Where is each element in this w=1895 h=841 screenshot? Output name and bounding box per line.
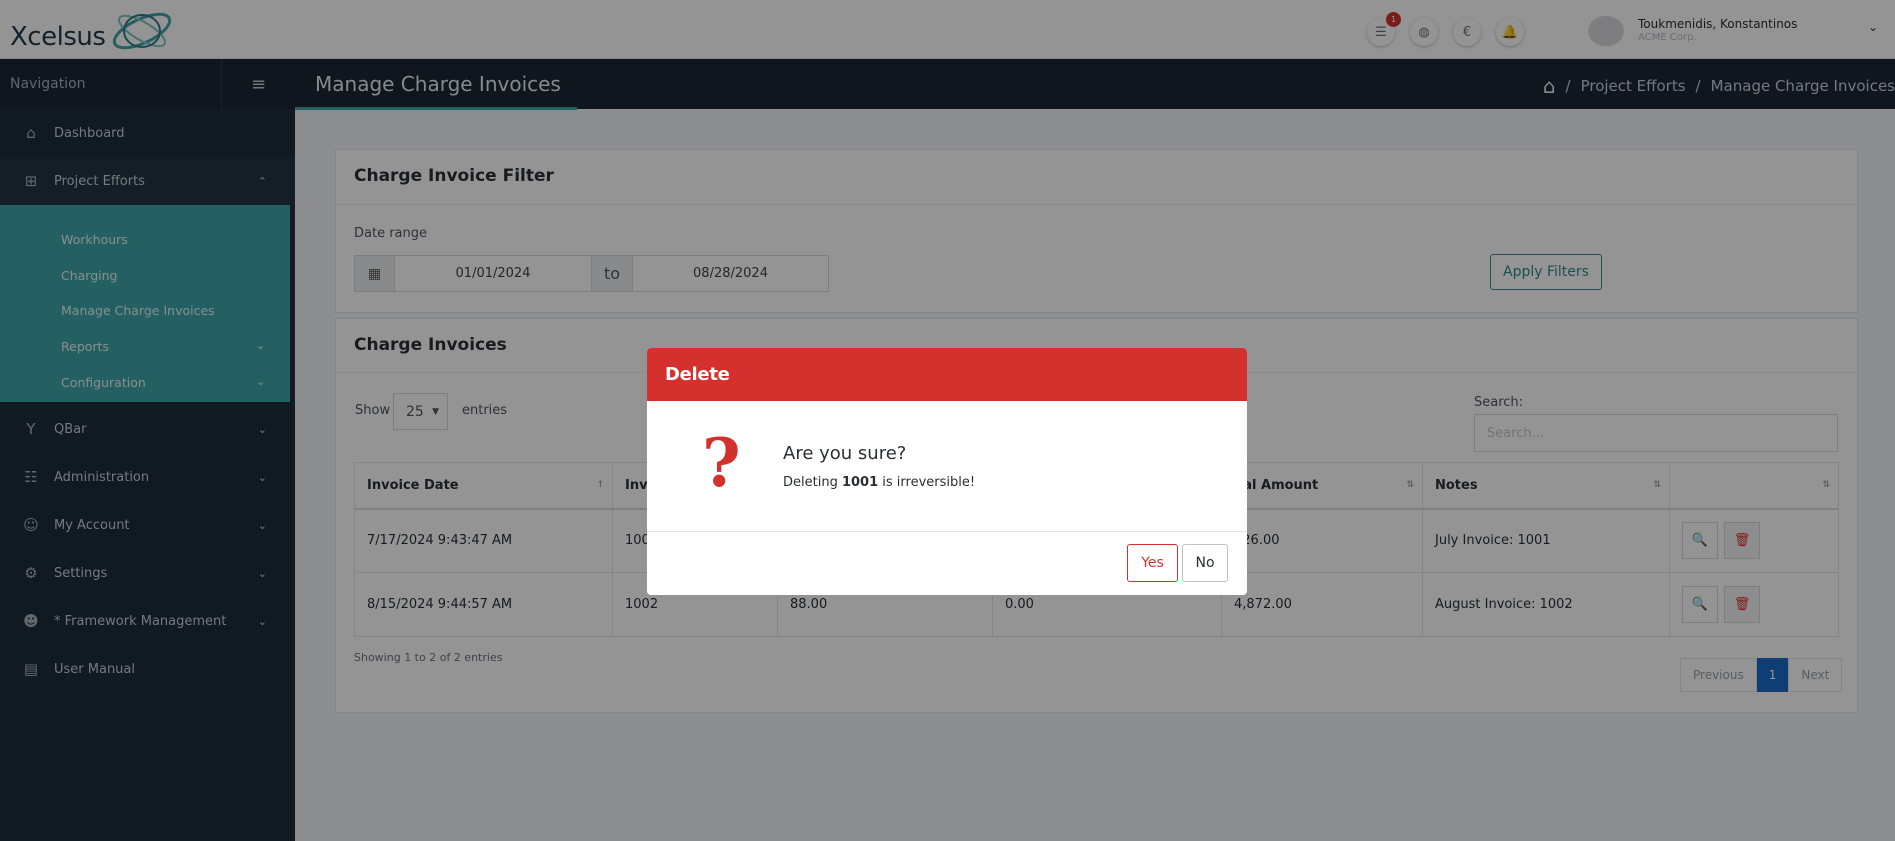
dialog-title: Are you sure?	[783, 443, 907, 464]
yes-button[interactable]: Yes	[1127, 544, 1178, 582]
dialog-message: Deleting 1001 is irreversible!	[783, 475, 975, 490]
no-button[interactable]: No	[1182, 544, 1228, 582]
message-prefix: Deleting	[783, 475, 842, 490]
question-icon: ?	[702, 424, 741, 502]
message-suffix: is irreversible!	[878, 475, 976, 490]
dialog-header: Delete	[647, 348, 1247, 401]
delete-dialog: Delete ? Are you sure? Deleting 1001 is …	[647, 348, 1247, 595]
message-item: 1001	[841, 475, 879, 490]
divider	[647, 531, 1247, 532]
